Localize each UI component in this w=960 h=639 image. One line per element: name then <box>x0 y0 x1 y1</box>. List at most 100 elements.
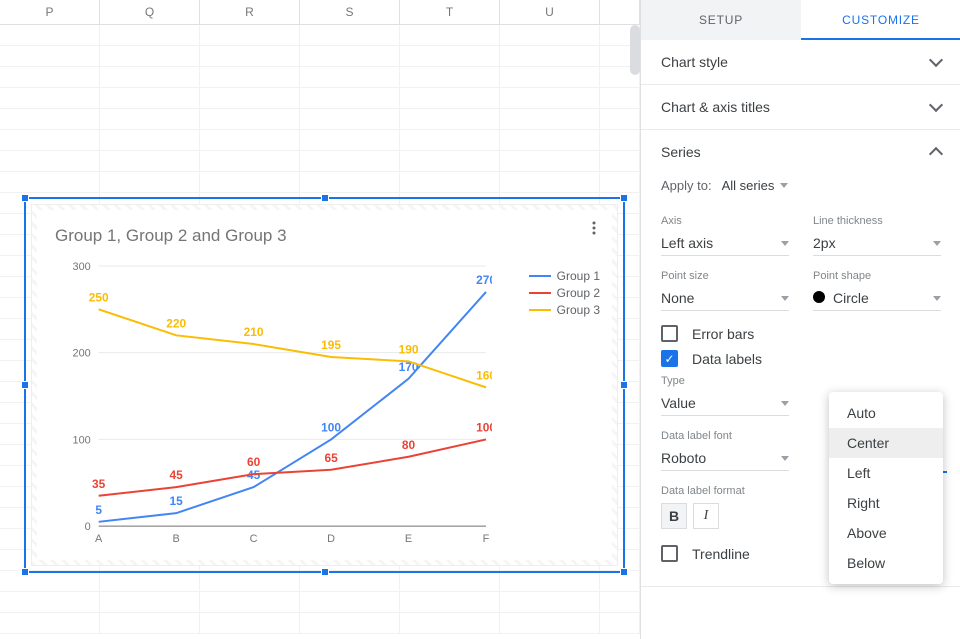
chart-selection[interactable]: Group 1, Group 2 and Group 3 0100200300A… <box>24 197 625 573</box>
cell[interactable] <box>400 88 500 108</box>
cell[interactable] <box>600 88 640 108</box>
bold-button[interactable]: B <box>661 503 687 529</box>
cell[interactable] <box>500 592 600 612</box>
chart-title[interactable]: Group 1, Group 2 and Group 3 <box>37 210 612 246</box>
cell[interactable] <box>500 46 600 66</box>
resize-handle-mr[interactable] <box>620 381 628 389</box>
cell[interactable] <box>200 151 300 171</box>
chart-menu-button[interactable] <box>584 218 604 238</box>
column-header[interactable]: Q <box>100 0 200 24</box>
cell[interactable] <box>400 571 500 591</box>
cell[interactable] <box>600 151 640 171</box>
resize-handle-bl[interactable] <box>21 568 29 576</box>
cell[interactable] <box>0 571 100 591</box>
cell[interactable] <box>0 130 100 150</box>
cell[interactable] <box>600 592 640 612</box>
cell[interactable] <box>100 130 200 150</box>
cell[interactable] <box>0 109 100 129</box>
legend-item[interactable]: Group 2 <box>529 286 600 300</box>
cell[interactable] <box>300 109 400 129</box>
cell[interactable] <box>500 130 600 150</box>
cell[interactable] <box>300 67 400 87</box>
resize-handle-tl[interactable] <box>21 194 29 202</box>
cell[interactable] <box>600 613 640 633</box>
column-header[interactable]: T <box>400 0 500 24</box>
cell[interactable] <box>0 67 100 87</box>
cell[interactable] <box>600 109 640 129</box>
tab-customize[interactable]: CUSTOMIZE <box>801 0 960 40</box>
resize-handle-br[interactable] <box>620 568 628 576</box>
legend-item[interactable]: Group 3 <box>529 303 600 317</box>
cell[interactable] <box>500 88 600 108</box>
resize-handle-tm[interactable] <box>321 194 329 202</box>
line-thickness-select[interactable]: 2px <box>813 231 941 256</box>
italic-button[interactable]: I <box>693 503 719 529</box>
cell[interactable] <box>500 172 600 192</box>
cell[interactable] <box>100 88 200 108</box>
data-label-font-select[interactable]: Roboto <box>661 446 789 471</box>
cell[interactable] <box>300 130 400 150</box>
cell[interactable] <box>200 613 300 633</box>
legend-item[interactable]: Group 1 <box>529 269 600 283</box>
cell[interactable] <box>500 109 600 129</box>
cell[interactable] <box>200 571 300 591</box>
cell[interactable] <box>100 46 200 66</box>
type-select[interactable]: Value <box>661 391 789 416</box>
cell[interactable] <box>200 25 300 45</box>
data-labels-checkbox[interactable]: ✓ Data labels <box>661 350 941 367</box>
cell[interactable] <box>300 46 400 66</box>
cell[interactable] <box>500 67 600 87</box>
cell[interactable] <box>300 151 400 171</box>
cell[interactable] <box>400 130 500 150</box>
column-header[interactable]: R <box>200 0 300 24</box>
cell[interactable] <box>0 172 100 192</box>
dropdown-option[interactable]: Center <box>829 428 943 458</box>
cell[interactable] <box>400 613 500 633</box>
scrollbar-vertical[interactable] <box>630 25 640 75</box>
apply-to-select[interactable]: All series <box>722 178 789 193</box>
cell[interactable] <box>200 67 300 87</box>
dropdown-option[interactable]: Auto <box>829 398 943 428</box>
tab-setup[interactable]: SETUP <box>641 0 801 40</box>
cell[interactable] <box>300 88 400 108</box>
column-header[interactable]: P <box>0 0 100 24</box>
cell[interactable] <box>600 172 640 192</box>
column-header[interactable]: S <box>300 0 400 24</box>
cell[interactable] <box>600 130 640 150</box>
resize-handle-ml[interactable] <box>21 381 29 389</box>
section-chart-axis-titles[interactable]: Chart & axis titles <box>641 85 960 129</box>
cell[interactable] <box>100 151 200 171</box>
cell[interactable] <box>400 151 500 171</box>
dropdown-option[interactable]: Below <box>829 548 943 578</box>
cell[interactable] <box>0 88 100 108</box>
cell[interactable] <box>100 67 200 87</box>
cell[interactable] <box>0 151 100 171</box>
cell[interactable] <box>400 592 500 612</box>
cell[interactable] <box>300 172 400 192</box>
cell[interactable] <box>100 172 200 192</box>
point-shape-select[interactable]: Circle <box>813 286 941 311</box>
point-size-select[interactable]: None <box>661 286 789 311</box>
cell[interactable] <box>200 109 300 129</box>
cell[interactable] <box>200 172 300 192</box>
section-chart-style[interactable]: Chart style <box>641 40 960 84</box>
cell[interactable] <box>100 109 200 129</box>
dropdown-option[interactable]: Right <box>829 488 943 518</box>
cell[interactable] <box>0 592 100 612</box>
dropdown-option[interactable]: Above <box>829 518 943 548</box>
cell[interactable] <box>500 571 600 591</box>
cell[interactable] <box>400 46 500 66</box>
column-header[interactable]: U <box>500 0 600 24</box>
dropdown-option[interactable]: Left <box>829 458 943 488</box>
cell[interactable] <box>500 25 600 45</box>
cell[interactable] <box>100 25 200 45</box>
column-header[interactable] <box>600 0 640 24</box>
cell[interactable] <box>0 46 100 66</box>
cell[interactable] <box>200 130 300 150</box>
cell[interactable] <box>500 151 600 171</box>
cell[interactable] <box>200 88 300 108</box>
error-bars-checkbox[interactable]: Error bars <box>661 325 941 342</box>
cell[interactable] <box>200 46 300 66</box>
spreadsheet-area[interactable]: PQRSTU G <box>0 0 641 639</box>
cell[interactable] <box>500 613 600 633</box>
